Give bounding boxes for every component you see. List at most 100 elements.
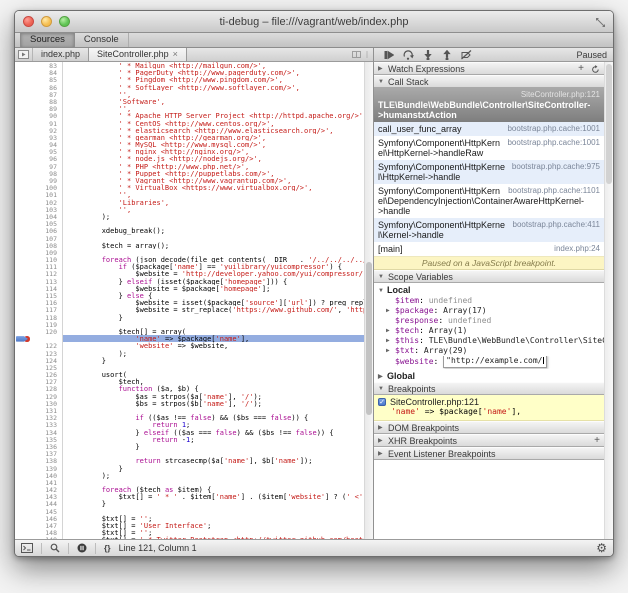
line-number[interactable]: 129 [15,393,63,400]
minimize-window-button[interactable] [41,16,52,27]
line-number[interactable]: 108 [15,242,63,249]
line-number[interactable]: 144 [15,500,63,507]
line-number[interactable]: 122 [15,342,63,349]
line-number[interactable]: 145 [15,508,63,515]
line-number[interactable]: 104 [15,213,63,220]
line-number[interactable]: 131 [15,407,63,414]
section-scope-variables[interactable]: ▼ Scope Variables [374,270,604,283]
line-number[interactable]: 139 [15,465,63,472]
settings-gear-icon[interactable]: ⚙ [596,542,607,554]
line-number[interactable]: 91 [15,120,63,127]
section-dom-breakpoints[interactable]: ▶ DOM Breakpoints [374,421,604,434]
tab-console[interactable]: Console [75,33,129,47]
scope-variable[interactable]: $response: undefined [374,316,604,326]
breakpoint-gutter-marker[interactable] [15,335,63,342]
zoom-window-button[interactable] [59,16,70,27]
line-number[interactable]: 146 [15,515,63,522]
sidebar-scrollbar[interactable] [604,62,613,539]
line-number[interactable]: 140 [15,472,63,479]
line-number[interactable]: 118 [15,314,63,321]
line-number[interactable]: 106 [15,227,63,234]
section-watch-expressions[interactable]: ▶ Watch Expressions + [374,62,604,75]
line-number[interactable]: 116 [15,299,63,306]
line-number[interactable]: 126 [15,371,63,378]
scope-variable[interactable]: ▶$tech: Array(1) [374,326,604,336]
line-number[interactable]: 142 [15,486,63,493]
editor-scrollbar-thumb[interactable] [366,262,372,415]
line-number[interactable]: 93 [15,134,63,141]
line-number[interactable]: 107 [15,235,63,242]
resume-button[interactable] [384,50,394,60]
line-number[interactable]: 88 [15,98,63,105]
scope-group-local[interactable]: ▼ Local [374,283,604,296]
line-number[interactable]: 134 [15,429,63,436]
line-number[interactable]: 83 [15,62,63,69]
line-number[interactable]: 120 [15,328,63,335]
tab-overflow-icon[interactable] [352,50,361,59]
breakpoint-checkbox[interactable]: ✓ [378,398,386,406]
console-drawer-icon[interactable] [21,543,33,553]
close-window-button[interactable] [23,16,34,27]
close-tab-icon[interactable]: × [173,49,178,59]
line-number[interactable]: 127 [15,378,63,385]
line-number[interactable]: 87 [15,91,63,98]
line-number[interactable]: 111 [15,263,63,270]
line-number[interactable]: 135 [15,436,63,443]
line-number[interactable]: 113 [15,278,63,285]
step-out-button[interactable] [442,50,452,60]
show-navigator-icon[interactable] [15,48,33,61]
sidebar-scrollbar-thumb[interactable] [606,64,612,184]
line-number[interactable]: 89 [15,105,63,112]
line-number[interactable]: 130 [15,400,63,407]
file-tab-sitecontroller-php[interactable]: SiteController.php× [88,48,187,61]
line-number[interactable]: 114 [15,285,63,292]
line-number[interactable]: 100 [15,184,63,191]
scope-variable[interactable]: ▶$txt: Array(29) [374,346,604,356]
scope-group-global[interactable]: ▶ Global [374,369,604,382]
add-watch-expression-button[interactable]: + [578,63,584,75]
line-number[interactable]: 84 [15,69,63,76]
add-xhr-breakpoint-button[interactable]: + [594,435,600,447]
scope-variable[interactable]: $website: "http://example.com/ [374,356,604,369]
editor-scrollbar[interactable] [364,62,373,539]
title-bar[interactable]: ti-debug – file:///vagrant/web/index.php [15,11,613,33]
call-stack-frame[interactable]: index.php:24[main] [374,242,604,256]
line-number[interactable]: 136 [15,443,63,450]
line-number[interactable]: 149 [15,536,63,539]
line-number[interactable]: 138 [15,457,63,464]
line-number[interactable]: 125 [15,364,63,371]
step-into-button[interactable] [423,50,433,60]
line-number[interactable]: 99 [15,177,63,184]
call-stack-frame[interactable]: SiteController.php:121TLE\Bundle\WebBund… [374,88,604,122]
fullscreen-icon[interactable] [595,17,606,28]
line-number[interactable]: 85 [15,76,63,83]
line-number[interactable]: 96 [15,155,63,162]
deactivate-breakpoints-button[interactable] [461,50,472,60]
line-number[interactable]: 143 [15,493,63,500]
line-number[interactable]: 103 [15,206,63,213]
line-number[interactable]: 133 [15,421,63,428]
call-stack-frame[interactable]: bootstrap.php.cache:1101Symfony\Componen… [374,184,604,218]
line-number[interactable]: 97 [15,163,63,170]
search-icon[interactable] [50,543,60,553]
tab-sources[interactable]: Sources [20,33,75,47]
file-tab-index-php[interactable]: index.php [33,48,88,61]
line-number[interactable]: 112 [15,270,63,277]
breakpoint-entry[interactable]: ✓ SiteController.php:121 'name' => $pack… [374,395,604,421]
line-number[interactable]: 148 [15,529,63,536]
line-number[interactable]: 90 [15,112,63,119]
line-number[interactable]: 101 [15,191,63,198]
section-breakpoints[interactable]: ▼ Breakpoints [374,382,604,395]
line-number[interactable]: 115 [15,292,63,299]
line-number[interactable]: 86 [15,84,63,91]
scope-variable[interactable]: ▶$package: Array(17) [374,306,604,316]
call-stack-frame[interactable]: bootstrap.php.cache:411Symfony\Component… [374,218,604,242]
line-number[interactable]: 123 [15,350,63,357]
line-number[interactable]: 109 [15,249,63,256]
scope-variable[interactable]: $item: undefined [374,296,604,306]
step-over-button[interactable] [403,50,414,60]
line-number[interactable]: 128 [15,385,63,392]
line-number[interactable]: 102 [15,199,63,206]
line-number[interactable]: 98 [15,170,63,177]
pretty-print-icon[interactable]: {} [104,543,111,553]
